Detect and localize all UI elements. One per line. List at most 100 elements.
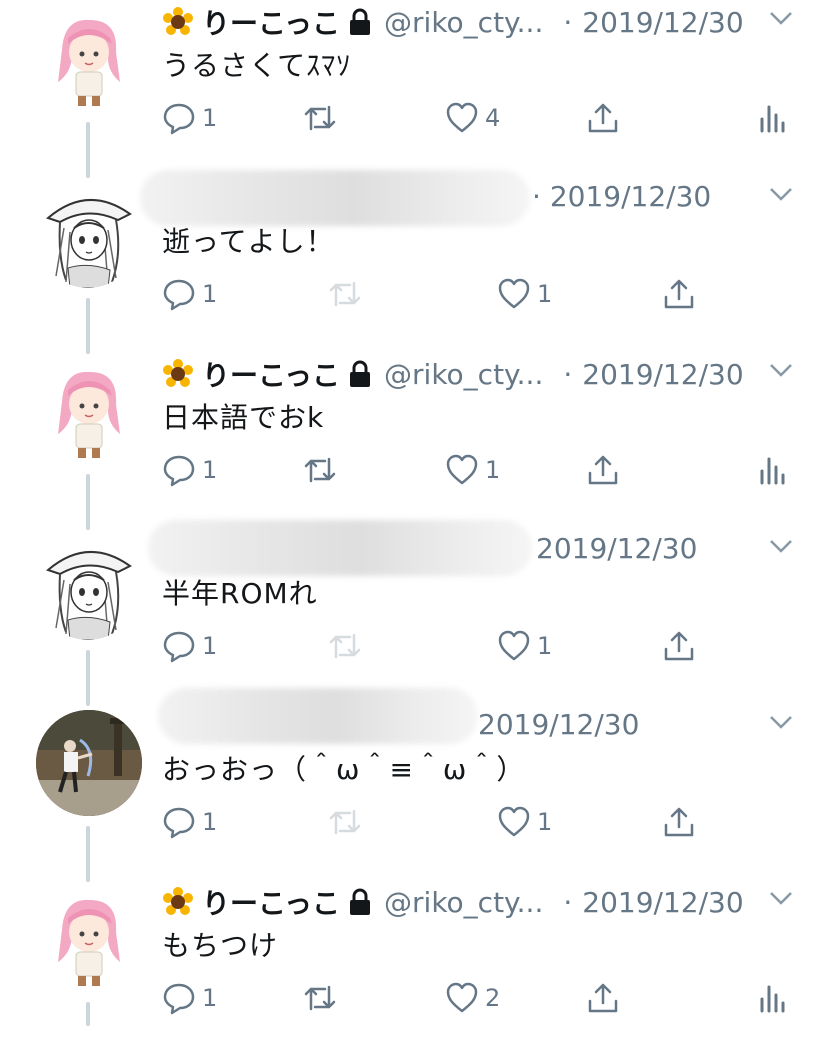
- reply-button[interactable]: 1: [162, 800, 217, 844]
- heart-icon: [446, 454, 478, 485]
- display-name[interactable]: りーこっこ: [202, 882, 340, 922]
- share-button[interactable]: [586, 96, 620, 140]
- reply-icon: [163, 103, 195, 135]
- analytics-button[interactable]: [756, 448, 790, 492]
- tweet[interactable]: 2019/12/30 半年ROMれ 1 1: [0, 520, 829, 704]
- tweet-text: 日本語でおk: [162, 401, 325, 434]
- like-count: 1: [537, 280, 553, 308]
- reply-icon: [163, 455, 195, 487]
- like-count: 1: [537, 808, 553, 836]
- tweet[interactable]: りーこっこ @riko_cty... · 2019/12/30 日本語でおk 1…: [0, 352, 829, 528]
- chevron-down-icon[interactable]: [769, 186, 793, 202]
- share-icon: [664, 631, 694, 661]
- share-icon: [664, 807, 694, 837]
- reply-icon: [163, 807, 195, 839]
- retweet-icon: [304, 457, 336, 483]
- action-bar: 1 1: [0, 800, 829, 844]
- tweet-header: りーこっこ @riko_cty... · 2019/12/30: [162, 352, 799, 396]
- handle[interactable]: @riko_cty...: [384, 358, 543, 391]
- lock-icon: [350, 8, 371, 35]
- analytics-icon: [760, 985, 785, 1013]
- analytics-icon: [760, 105, 785, 133]
- tweet-text: もちつけ: [162, 929, 279, 962]
- display-name[interactable]: りーこっこ: [202, 2, 340, 42]
- retweet-button[interactable]: [303, 976, 337, 1020]
- heart-icon: [446, 982, 478, 1013]
- chevron-down-icon[interactable]: [769, 890, 793, 906]
- like-button[interactable]: 1: [497, 624, 552, 668]
- share-button[interactable]: [586, 448, 620, 492]
- sunflower-icon: [163, 359, 193, 387]
- tweet-date[interactable]: 2019/12/30: [582, 358, 743, 391]
- chevron-down-icon[interactable]: [769, 362, 793, 378]
- tweet-date[interactable]: · 2019/12/30: [532, 180, 711, 213]
- reply-count: 1: [202, 808, 218, 836]
- share-button[interactable]: [586, 976, 620, 1020]
- retweet-button-disabled: [328, 272, 362, 316]
- tweet-text: 半年ROMれ: [162, 577, 318, 610]
- chevron-down-icon[interactable]: [769, 714, 793, 730]
- reply-count: 1: [202, 984, 218, 1012]
- tweet-text: うるさくてｽﾏｿ: [162, 49, 352, 82]
- tweet[interactable]: りーこっこ @riko_cty... · 2019/12/30 もちつけ 1 2: [0, 880, 829, 1056]
- share-button[interactable]: [662, 624, 696, 668]
- tweet-date[interactable]: 2019/12/30: [536, 532, 697, 565]
- reply-button[interactable]: 1: [162, 96, 217, 140]
- analytics-icon: [760, 457, 785, 485]
- like-count: 4: [485, 104, 501, 132]
- separator-dot: ·: [563, 357, 573, 391]
- tweet-text: おっおっ（＾ω＾≡＾ω＾）: [162, 753, 526, 786]
- tweet-date[interactable]: 2019/12/30: [582, 886, 743, 919]
- reply-button[interactable]: 1: [162, 976, 217, 1020]
- tweet-header: りーこっこ @riko_cty... · 2019/12/30: [162, 0, 799, 44]
- lock-icon: [350, 888, 371, 915]
- handle[interactable]: @riko_cty...: [384, 6, 543, 39]
- tweet-header: りーこっこ @riko_cty... · 2019/12/30: [162, 880, 799, 924]
- chevron-down-icon[interactable]: [769, 10, 793, 26]
- heart-icon: [498, 630, 530, 661]
- tweet[interactable]: 2019/12/30 おっおっ（＾ω＾≡＾ω＾） 1 1: [0, 688, 829, 880]
- like-button[interactable]: 1: [445, 448, 500, 492]
- tweet[interactable]: りーこっこ @riko_cty... · 2019/12/30 うるさくてｽﾏｿ…: [0, 0, 829, 176]
- separator-dot: ·: [563, 5, 573, 39]
- reply-icon: [163, 279, 195, 311]
- retweet-button[interactable]: [303, 96, 337, 140]
- share-icon: [588, 455, 618, 485]
- action-bar: 1 1: [0, 624, 829, 668]
- retweet-icon: [304, 105, 336, 131]
- reply-button[interactable]: 1: [162, 448, 217, 492]
- reply-button[interactable]: 1: [162, 272, 217, 316]
- retweet-icon: [329, 809, 361, 835]
- share-button[interactable]: [662, 800, 696, 844]
- action-bar: 1 1: [0, 272, 829, 316]
- retweet-icon: [329, 633, 361, 659]
- redacted-user-name: [158, 688, 478, 744]
- retweet-icon: [304, 985, 336, 1011]
- reply-count: 1: [202, 632, 218, 660]
- display-name[interactable]: りーこっこ: [202, 354, 340, 394]
- reply-button[interactable]: 1: [162, 624, 217, 668]
- like-button[interactable]: 2: [445, 976, 500, 1020]
- analytics-button[interactable]: [756, 96, 790, 140]
- share-icon: [588, 983, 618, 1013]
- like-count: 1: [485, 456, 501, 484]
- analytics-button[interactable]: [756, 976, 790, 1020]
- like-button[interactable]: 4: [445, 96, 500, 140]
- like-button[interactable]: 1: [497, 272, 552, 316]
- sunflower-icon: [163, 887, 193, 915]
- chevron-down-icon[interactable]: [769, 538, 793, 554]
- action-bar: 1 4: [0, 96, 829, 140]
- share-button[interactable]: [662, 272, 696, 316]
- retweet-button-disabled: [328, 624, 362, 668]
- tweet-date[interactable]: 2019/12/30: [478, 708, 639, 741]
- tweet[interactable]: · 2019/12/30 逝ってよし！ 1 1: [0, 170, 829, 352]
- share-icon: [664, 279, 694, 309]
- tweet-date[interactable]: 2019/12/30: [582, 6, 743, 39]
- like-button[interactable]: 1: [497, 800, 552, 844]
- retweet-button[interactable]: [303, 448, 337, 492]
- reply-icon: [163, 983, 195, 1015]
- redacted-user-name: [140, 170, 530, 226]
- action-bar: 1 2: [0, 976, 829, 1020]
- handle[interactable]: @riko_cty...: [384, 886, 543, 919]
- reply-count: 1: [202, 104, 218, 132]
